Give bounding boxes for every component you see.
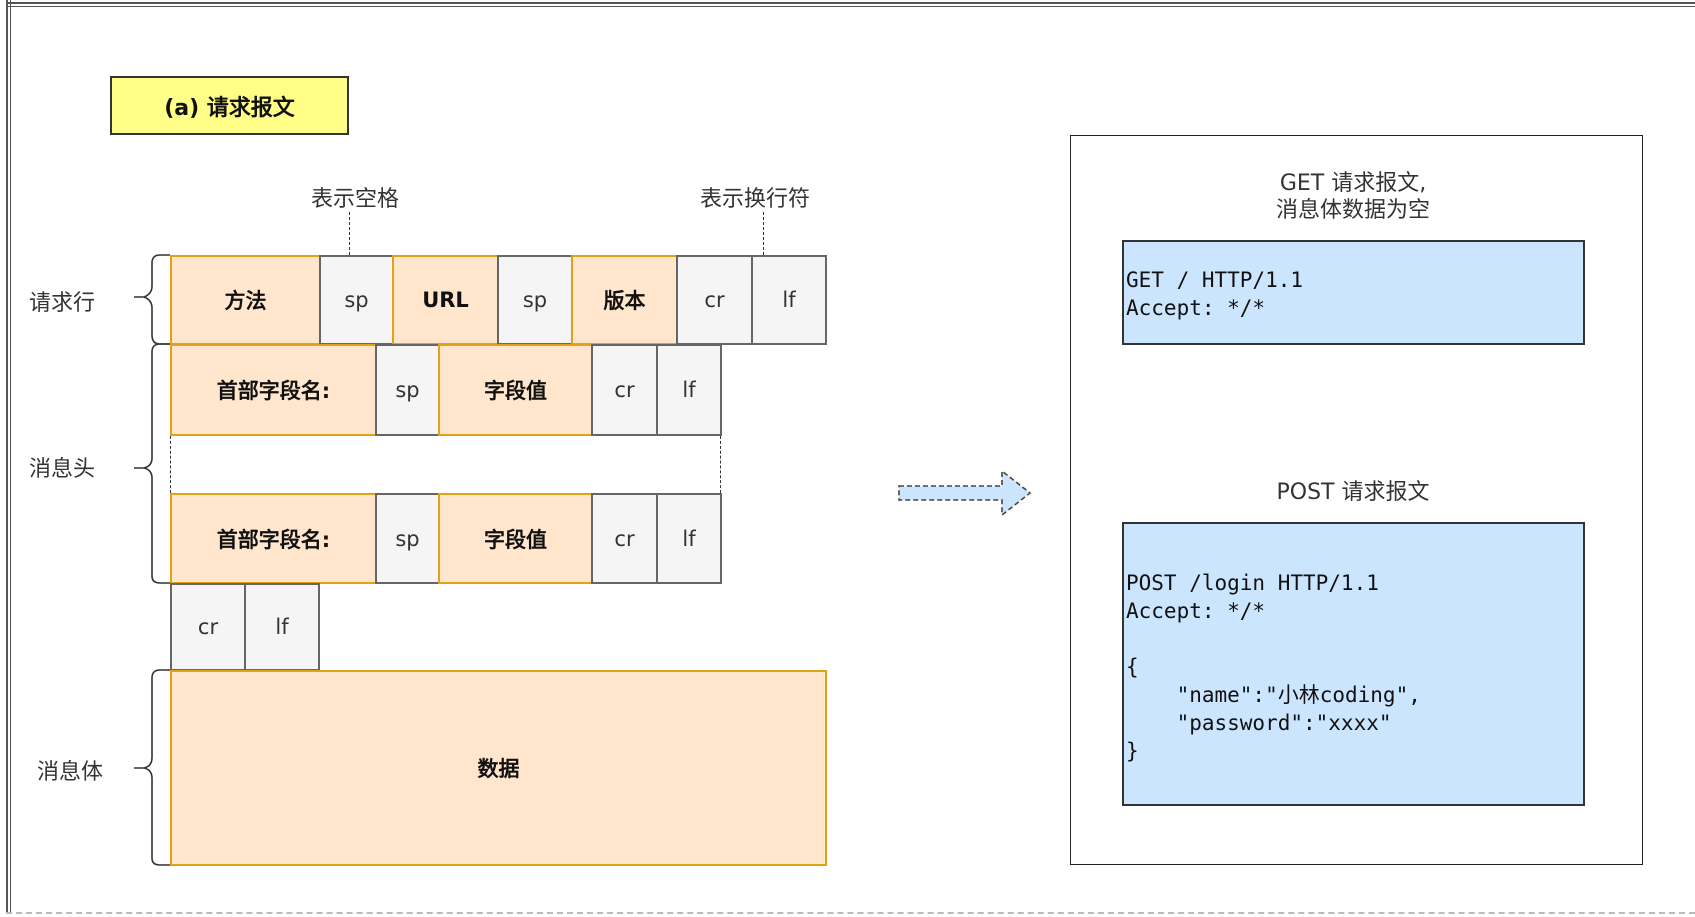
lf-cell: lf xyxy=(656,344,722,436)
request-line-brace xyxy=(134,254,170,345)
header-value-cell: 字段值 xyxy=(438,493,593,584)
space-cell: sp xyxy=(375,493,440,584)
space-annotation-leader xyxy=(349,212,350,255)
get-example-caption: GET 请求报文, 消息体数据为空 xyxy=(1122,170,1584,224)
lf-cell: lf xyxy=(656,493,722,584)
post-request-example: POST /login HTTP/1.1 Accept: */* { "name… xyxy=(1122,522,1585,806)
cr-cell: cr xyxy=(676,255,753,345)
newline-annotation-leader xyxy=(763,212,764,255)
header-continuation-right xyxy=(720,436,721,493)
frame-left-border xyxy=(6,0,11,913)
body-data-cell: 数据 xyxy=(170,670,827,866)
frame-top-border xyxy=(6,2,1695,7)
header-brace xyxy=(134,343,170,584)
get-request-example: GET / HTTP/1.1 Accept: */* xyxy=(1122,240,1585,345)
diagram-title: (a) 请求报文 xyxy=(110,76,349,135)
cr-cell: cr xyxy=(591,344,658,436)
body-brace xyxy=(134,669,170,866)
header-name-cell: 首部字段名: xyxy=(170,344,377,436)
space-cell: sp xyxy=(319,255,394,345)
header-continuation-left xyxy=(170,436,171,493)
get-caption-line-1: GET 请求报文, xyxy=(1279,171,1427,196)
version-cell: 版本 xyxy=(571,255,678,345)
get-caption-line-2: 消息体数据为空 xyxy=(1275,198,1430,223)
newline-annotation: 表示换行符 xyxy=(700,187,811,212)
lf-cell: lf xyxy=(751,255,827,345)
url-cell: URL xyxy=(392,255,499,345)
header-name-cell: 首部字段名: xyxy=(170,493,377,584)
cr-cell: cr xyxy=(591,493,658,584)
header-label: 消息头 xyxy=(29,457,96,482)
header-value-cell: 字段值 xyxy=(438,344,593,436)
frame-bottom-divider xyxy=(6,912,1695,914)
method-cell: 方法 xyxy=(170,255,321,345)
blank-line-cr-cell: cr xyxy=(170,583,246,671)
body-label: 消息体 xyxy=(37,760,104,785)
right-arrow-icon xyxy=(898,469,1032,517)
section-braces xyxy=(134,254,170,866)
post-example-caption: POST 请求报文 xyxy=(1276,480,1430,505)
blank-line-lf-cell: lf xyxy=(244,583,320,671)
space-annotation: 表示空格 xyxy=(311,187,400,212)
request-line-label: 请求行 xyxy=(29,291,96,316)
space-cell: sp xyxy=(375,344,440,436)
space-cell: sp xyxy=(497,255,573,345)
